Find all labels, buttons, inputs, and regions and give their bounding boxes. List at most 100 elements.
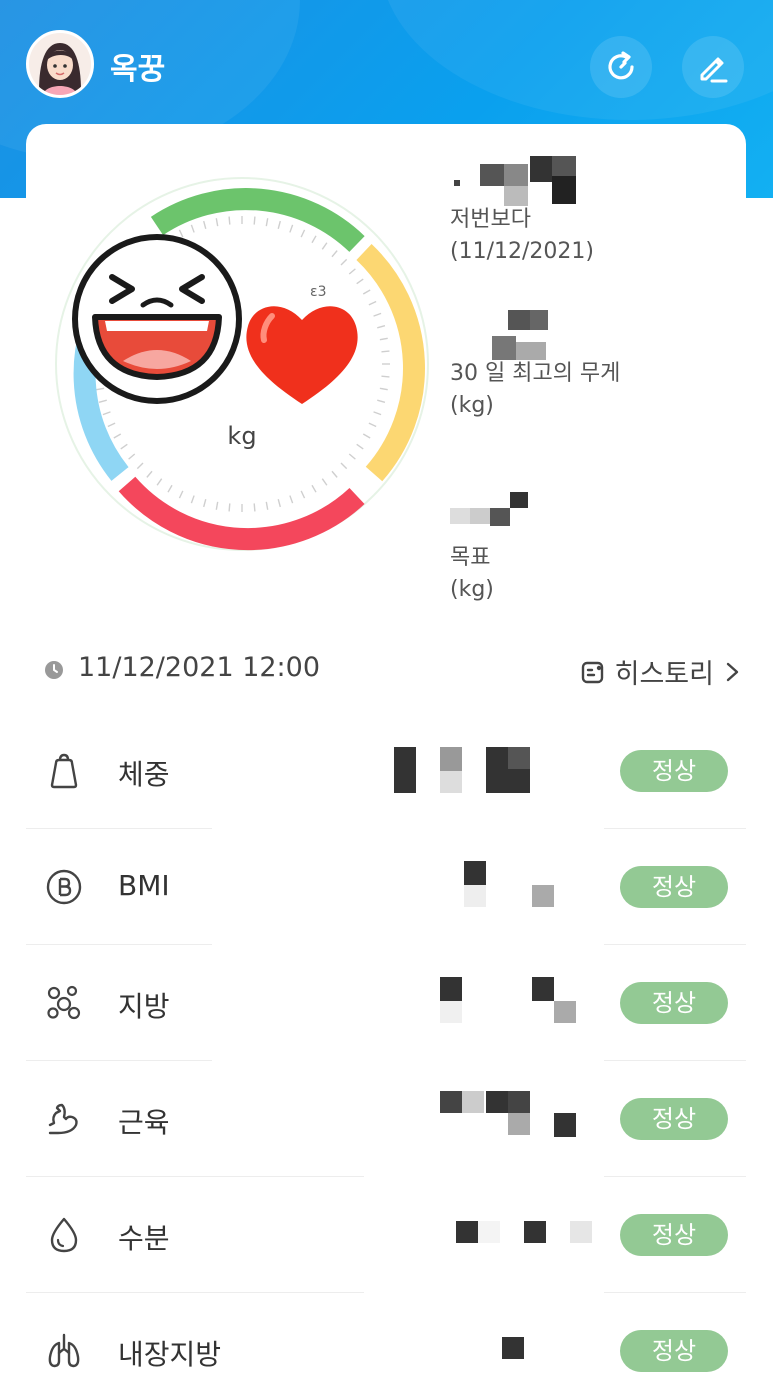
heart-sticker: ε3	[246, 284, 358, 404]
gauge-tick	[265, 218, 269, 227]
metric-label: 근육	[118, 1106, 170, 1139]
gauge-tick	[190, 495, 195, 504]
status-badge: 정상	[620, 1098, 728, 1140]
status-badge: 정상	[620, 750, 728, 792]
gauge-tick	[381, 350, 390, 353]
edit-icon	[700, 57, 728, 83]
gauge-tick	[277, 499, 281, 508]
gauge-tick	[98, 399, 107, 403]
metric-row-bmi[interactable]: BMI 정상	[26, 829, 746, 945]
gauge-tick	[136, 462, 144, 470]
gauge-tick	[373, 411, 382, 416]
svg-text:ε3: ε3	[310, 284, 326, 300]
gauge-tick	[190, 224, 195, 233]
gauge-tick	[331, 470, 338, 478]
gauge-arc-green	[150, 188, 365, 253]
gauge-tick	[381, 375, 390, 378]
lungs-icon	[48, 1333, 80, 1368]
gauge-tick	[113, 433, 122, 439]
metric-label: 체중	[118, 758, 170, 791]
chevron-right-icon	[726, 662, 739, 681]
gauge-tick	[203, 220, 207, 229]
gauge-tick	[128, 453, 136, 460]
metric-value-pixelated	[386, 945, 606, 1061]
metric-value-pixelated	[386, 1177, 606, 1293]
refresh-button[interactable]	[590, 36, 652, 98]
metric-row-water[interactable]: 수분 정상	[26, 1177, 746, 1293]
gauge-tick	[107, 422, 116, 428]
gauge-tick	[156, 478, 163, 486]
gauge-tick	[373, 312, 382, 317]
history-link[interactable]: 히스토리	[579, 652, 744, 691]
fat-icon	[47, 985, 81, 1020]
gauge-tick	[340, 462, 348, 470]
gauge-tick	[362, 433, 371, 439]
gauge-tick	[289, 224, 294, 233]
measurement-date-row: 11/12/2021 12:00 히스토리	[44, 646, 744, 690]
gauge-tick	[340, 258, 348, 266]
gauge-tick	[167, 484, 173, 493]
max-weight-label: 30 일 최고의 무게	[450, 361, 621, 386]
metric-row-weight[interactable]: 체중 정상	[26, 713, 746, 829]
metric-label: BMI	[118, 869, 170, 902]
weight-icon	[50, 753, 78, 789]
gauge-tick	[377, 325, 386, 329]
status-badge: 정상	[620, 982, 728, 1024]
goal-label: 목표	[450, 545, 491, 570]
gauge-tick	[311, 484, 317, 493]
gauge-tick	[311, 235, 317, 244]
history-label: 히스토리	[614, 659, 714, 690]
previous-date: (11/12/2021)	[450, 239, 594, 264]
gauge-tick	[321, 478, 328, 486]
gauge-arc-yellow	[356, 244, 425, 482]
metric-label: 수분	[118, 1222, 170, 1255]
laughing-face-sticker	[72, 234, 242, 404]
metric-label: 내장지방	[118, 1338, 222, 1371]
edit-button[interactable]	[682, 36, 744, 98]
gauge-tick	[300, 229, 306, 238]
previous-value-pixelated	[450, 150, 594, 206]
gauge-tick	[120, 443, 128, 450]
goal-stat: 목표 (kg)	[450, 488, 528, 606]
gauge-tick	[348, 268, 356, 275]
metric-value-pixelated	[386, 1293, 606, 1376]
gauge-tick	[215, 218, 219, 227]
gauge-tick	[379, 337, 388, 341]
metric-value-pixelated	[386, 1061, 606, 1177]
gauge-tick	[102, 411, 111, 416]
gauge-tick	[178, 490, 184, 499]
status-badge: 정상	[620, 866, 728, 908]
water-drop-icon	[50, 1217, 78, 1253]
muscle-icon	[48, 1103, 78, 1135]
gauge-tick	[362, 289, 371, 295]
gauge-tick	[289, 495, 294, 504]
gauge-tick	[253, 216, 256, 225]
gauge-tick	[356, 443, 364, 450]
gauge-tick	[203, 499, 207, 508]
gauge-tick	[379, 387, 388, 391]
max-weight-unit: (kg)	[450, 393, 494, 418]
gauge-tick	[368, 300, 377, 306]
metric-row-fat[interactable]: 지방 정상	[26, 945, 746, 1061]
measurement-datetime: 11/12/2021 12:00	[78, 652, 321, 683]
weight-gauge: ε3 kg	[52, 174, 432, 554]
metric-value-pixelated	[386, 713, 606, 829]
metric-row-muscle[interactable]: 근육 정상	[26, 1061, 746, 1177]
gauge-tick	[277, 220, 281, 229]
history-icon	[581, 661, 603, 683]
gauge-tick	[178, 229, 184, 238]
gauge-tick	[265, 501, 269, 510]
gauge-tick	[96, 387, 105, 391]
metric-value-pixelated	[386, 829, 606, 945]
gauge-tick	[253, 503, 256, 512]
avatar[interactable]	[26, 30, 94, 98]
status-badge: 정상	[620, 1330, 728, 1372]
gauge-tick	[215, 501, 219, 510]
metric-row-visceral-fat[interactable]: 내장지방 정상	[26, 1293, 746, 1376]
previous-label: 저번보다	[450, 207, 531, 232]
gauge-tick	[348, 453, 356, 460]
user-name: 옥꿍	[110, 52, 166, 87]
goal-value-pixelated	[450, 488, 528, 536]
status-badge: 정상	[620, 1214, 728, 1256]
clock-icon	[45, 661, 63, 679]
